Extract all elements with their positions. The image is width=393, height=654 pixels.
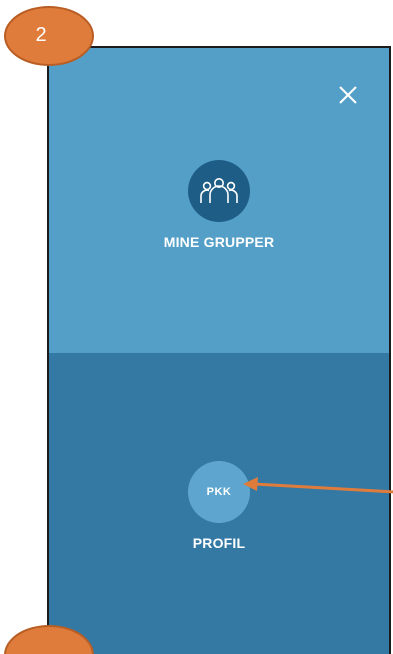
my-groups-label: MINE GRUPPER xyxy=(163,234,275,250)
groups-panel: MINE GRUPPER xyxy=(49,48,389,353)
menu-screen: MINE GRUPPER PKK PROFIL xyxy=(47,46,391,654)
step-badge: 2 xyxy=(4,6,94,66)
step-badge-number: 2 xyxy=(35,23,47,46)
close-icon[interactable] xyxy=(337,84,359,106)
profile-panel: PKK PROFIL xyxy=(49,353,389,654)
profile-button[interactable]: PKK PROFIL xyxy=(49,461,389,551)
avatar-initials: PKK xyxy=(206,486,232,498)
people-group-icon xyxy=(188,160,250,222)
my-groups-button[interactable]: MINE GRUPPER xyxy=(49,160,389,250)
avatar: PKK xyxy=(188,461,250,523)
screenshot-stage: MINE GRUPPER PKK PROFIL 2 xyxy=(0,0,393,654)
profile-label: PROFIL xyxy=(192,535,246,551)
